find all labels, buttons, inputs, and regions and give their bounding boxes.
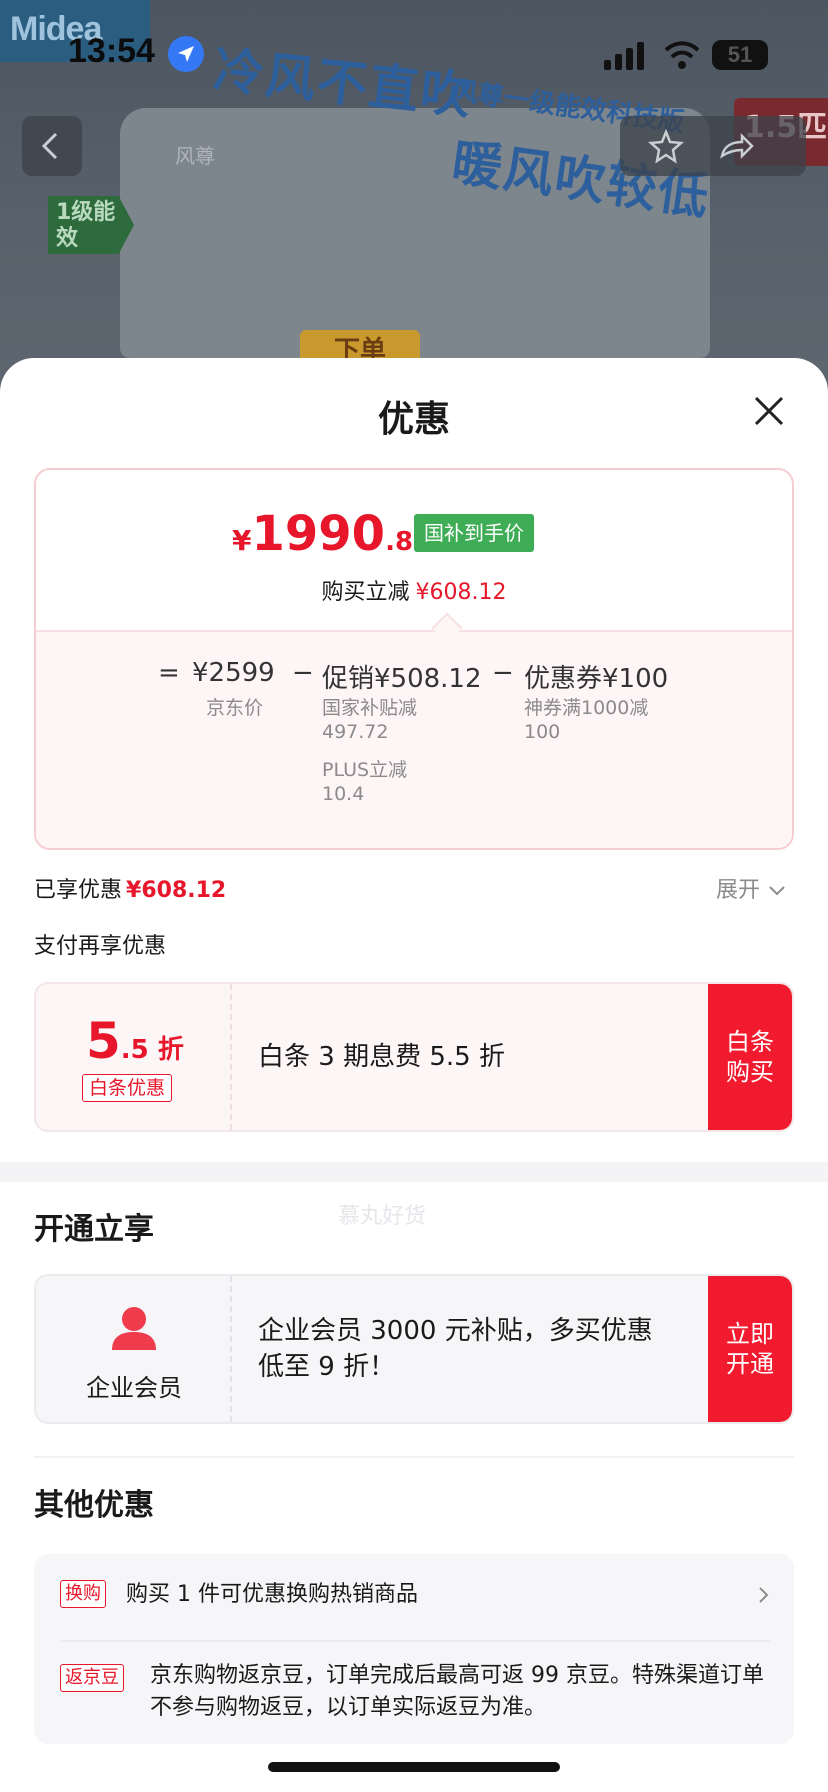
minus-sign-1: − xyxy=(292,658,314,688)
discount-value: 5.5 折 xyxy=(86,1012,184,1070)
jd-price: ¥2599 xyxy=(192,658,275,688)
price-breakdown-card: ¥1990.88 国补到手价 购买立减 ¥608.12 = ¥2599 京东价 −… xyxy=(34,468,794,850)
coupon-detail: 神券满1000减100 xyxy=(524,697,649,743)
section-divider xyxy=(0,1162,828,1182)
expand-label: 展开 xyxy=(716,878,761,903)
member-label: 企业会员 xyxy=(86,1374,182,1402)
price-integer: 1990 xyxy=(251,506,386,562)
promo-detail-plus: PLUS立减10.4 xyxy=(322,759,408,805)
reduce-line: 购买立减 ¥608.12 xyxy=(36,574,792,606)
subsidy-price-tag: 国补到手价 xyxy=(414,514,534,552)
cellular-signal-icon xyxy=(604,42,644,70)
baitiao-buy-button[interactable]: 白条购买 xyxy=(708,984,792,1130)
chevron-right-icon xyxy=(759,1587,769,1603)
trade-in-tag: 换购 xyxy=(60,1580,106,1608)
jingdou-tag: 返京豆 xyxy=(60,1664,124,1692)
share-icon[interactable] xyxy=(704,116,764,176)
trade-in-text: 购买 1 件可优惠换购热销商品 xyxy=(126,1582,418,1607)
activate-member-button[interactable]: 立即开通 xyxy=(708,1276,792,1422)
user-icon xyxy=(112,1307,156,1350)
reduce-label: 购买立减 xyxy=(321,580,410,605)
final-price: ¥1990.88 xyxy=(232,506,431,562)
list-separator xyxy=(60,1640,770,1642)
baitiao-offer-card: 5.5 折 白条优惠 白条 3 期息费 5.5 折 白条购买 xyxy=(34,982,794,1132)
reduce-value: ¥608.12 xyxy=(415,580,507,605)
discount-big: 5 xyxy=(86,1012,121,1070)
location-arrow-icon xyxy=(168,36,204,72)
discount-block: 5.5 折 白条优惠 xyxy=(36,984,232,1130)
enjoyed-discount: 已享优惠 ¥608.12 xyxy=(34,872,226,904)
promo-amount: 促销¥508.12 xyxy=(322,664,482,694)
close-icon[interactable] xyxy=(752,394,786,428)
star-icon[interactable] xyxy=(636,116,696,176)
membership-title: 开通立享 xyxy=(34,1212,154,1247)
coupon-amount: 优惠券¥100 xyxy=(524,664,669,694)
jd-price-label: 京东价 xyxy=(206,697,264,719)
status-time: 13:54 xyxy=(68,32,155,70)
top-actions xyxy=(620,116,806,176)
pay-offers-title: 支付再享优惠 xyxy=(34,934,167,959)
device-brand-label: 风尊 xyxy=(175,144,215,168)
member-description: 企业会员 3000 元补贴，多买优惠低至 9 折！ xyxy=(258,1316,653,1382)
baitiao-badge: 白条优惠 xyxy=(82,1074,173,1102)
offers-sheet: 优惠 ¥1990.88 国补到手价 购买立减 ¥608.12 = ¥2599 京东… xyxy=(0,358,828,1792)
minus-sign-2: − xyxy=(492,658,514,688)
promo-detail-subsidy: 国家补贴减497.72 xyxy=(322,697,418,743)
sheet-title: 优惠 xyxy=(377,399,450,440)
chevron-down-icon xyxy=(769,886,785,896)
watermark: 慕丸好货 xyxy=(338,1204,427,1229)
other-offers-title: 其他优惠 xyxy=(34,1488,154,1523)
member-block: 企业会员 xyxy=(36,1276,232,1422)
home-indicator xyxy=(268,1762,560,1772)
jingdou-text: 京东购物返京豆，订单完成后最高可返 99 京豆。特殊渠道订单不参与购物返豆，以订… xyxy=(150,1663,764,1720)
price-currency: ¥ xyxy=(232,524,252,557)
thin-divider xyxy=(34,1456,794,1458)
enjoyed-label: 已享优惠 xyxy=(34,878,123,903)
back-button[interactable] xyxy=(22,116,82,176)
equals-sign: = xyxy=(158,658,180,688)
baitiao-description: 白条 3 期息费 5.5 折 xyxy=(258,1042,505,1072)
other-offers-box: 换购 购买 1 件可优惠换购热销商品 返京豆 京东购物返京豆，订单完成后最高可返… xyxy=(34,1554,794,1744)
enterprise-member-card: 企业会员 企业会员 3000 元补贴，多买优惠低至 9 折！ 立即开通 xyxy=(34,1274,794,1424)
expand-button[interactable]: 展开 xyxy=(716,872,786,904)
chevron-left-icon xyxy=(41,132,58,160)
energy-rating-badge: 1级能效 xyxy=(48,196,134,254)
wifi-icon xyxy=(664,41,700,69)
list-item-trade-in[interactable]: 换购 购买 1 件可优惠换购热销商品 xyxy=(60,1578,770,1612)
battery-indicator: 51 xyxy=(712,40,768,70)
enjoyed-value: ¥608.12 xyxy=(126,878,227,903)
discount-small: .5 折 xyxy=(120,1035,184,1065)
